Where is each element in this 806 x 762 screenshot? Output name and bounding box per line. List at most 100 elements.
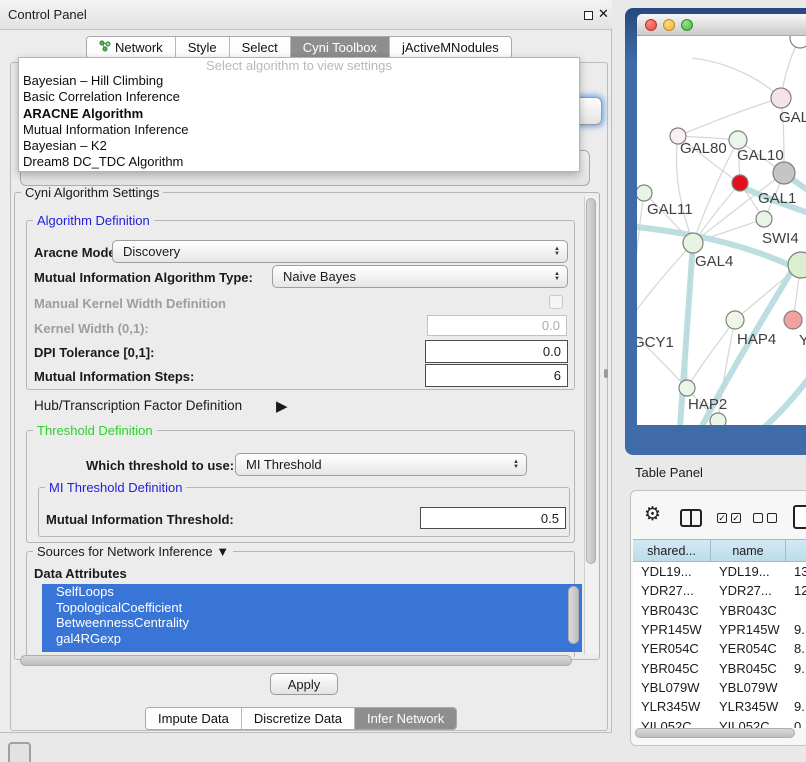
table-column-header[interactable]: name (711, 539, 786, 562)
kernel-width-label: Kernel Width (0,1): (34, 321, 149, 336)
kernel-width-field[interactable]: 0.0 (427, 315, 567, 336)
data-attribute-item[interactable]: SelfLoops (42, 584, 582, 600)
table-cell: YPR145W (633, 622, 711, 637)
zoom-traffic-light-icon[interactable] (681, 19, 693, 31)
node-hap4[interactable] (726, 311, 744, 329)
settings-hscrollbar-thumb[interactable] (20, 655, 572, 666)
data-attribute-item[interactable]: TopologicalCoefficient (42, 600, 582, 616)
algorithm-hint: Select algorithm to view settings (19, 58, 579, 73)
node-label-gal1: GAL1 (758, 190, 796, 207)
collapsed-panel-icon[interactable] (8, 742, 31, 762)
close-icon[interactable]: ✕ (598, 6, 609, 22)
tab-network-label: Network (115, 40, 163, 55)
gear-icon[interactable]: ⚙ (644, 503, 661, 525)
algorithm-option[interactable]: Mutual Information Inference (19, 122, 579, 138)
table-column-header[interactable] (786, 539, 806, 562)
dpi-tolerance-value: 0.0 (543, 344, 561, 359)
apply-button[interactable]: Apply (270, 673, 338, 695)
mi-steps-field[interactable]: 6 (425, 364, 568, 387)
which-threshold-combo[interactable]: MI Threshold ▲▼ (235, 453, 527, 476)
select-all-checkbox-icon[interactable]: ✓ (731, 513, 741, 523)
tab-impute-data[interactable]: Impute Data (146, 708, 242, 729)
table-hscrollbar-thumb[interactable] (635, 728, 795, 738)
table-row[interactable]: YLR345WYLR345W9. (633, 697, 806, 716)
table-row[interactable]: YDL19...YDL19...13 (633, 562, 806, 581)
which-threshold-value: MI Threshold (246, 457, 322, 472)
settings-group-title: Cyni Algorithm Settings (21, 185, 163, 200)
table-row[interactable]: YBR043CYBR043C (633, 601, 806, 620)
mi-steps-label: Mutual Information Steps: (34, 369, 194, 384)
control-panel-tabs: Network Style Select Cyni Toolbox jActiv… (86, 36, 512, 59)
dpi-tolerance-field[interactable]: 0.0 (425, 340, 568, 363)
deselect-all-checkbox-icon[interactable] (753, 513, 763, 523)
algorithm-option[interactable]: Basic Correlation Inference (19, 89, 579, 105)
table-cell: YPR145W (711, 622, 786, 637)
algorithm-option[interactable]: Bayesian – Hill Climbing (19, 73, 579, 89)
threshold-definition-title: Threshold Definition (33, 423, 157, 438)
combo-arrows-icon: ▲▼ (554, 247, 560, 257)
data-attributes-list[interactable]: SelfLoopsTopologicalCoefficientBetweenne… (42, 584, 582, 652)
node-gal?[interactable] (771, 88, 791, 108)
table-row[interactable]: YIL052CYIL052C0. (633, 716, 806, 728)
network-canvas[interactable]: GALGAL80GAL10GAL1GAL11GAL4SWI4GCY1HAP4YH… (637, 36, 806, 425)
node-gal11[interactable] (637, 185, 652, 201)
hub-section-label[interactable]: Hub/Transcription Factor Definition (34, 398, 242, 413)
node-gal4[interactable] (683, 233, 703, 253)
mi-steps-value: 6 (554, 368, 561, 383)
tab-cyni-toolbox[interactable]: Cyni Toolbox (291, 37, 390, 58)
mi-type-combo[interactable]: Naive Bayes ▲▼ (272, 265, 568, 288)
table-hscrollbar[interactable] (635, 728, 797, 739)
node-gal1g[interactable] (756, 211, 772, 227)
data-attribute-item[interactable]: gal4RGexp (42, 631, 582, 647)
table-cell: YBR043C (633, 603, 711, 618)
tab-infer-network[interactable]: Infer Network (355, 708, 456, 729)
algorithm-option[interactable]: Dream8 DC_TDC Algorithm (19, 154, 579, 170)
minimize-traffic-light-icon[interactable] (663, 19, 675, 31)
dpi-tolerance-label: DPI Tolerance [0,1]: (34, 345, 154, 360)
network-edge[interactable] (637, 243, 693, 325)
network-edge-thick[interactable] (759, 378, 806, 425)
data-attribute-item[interactable]: BetweennessCentrality (42, 615, 582, 631)
tab-discretize-data[interactable]: Discretize Data (242, 708, 355, 729)
aracne-mode-value: Discovery (123, 244, 180, 259)
column-browser-icon[interactable] (680, 509, 702, 527)
node-gray[interactable] (773, 162, 795, 184)
algorithm-option[interactable]: Bayesian – K2 (19, 138, 579, 154)
float-window-icon[interactable] (584, 11, 593, 20)
sources-title-text: Sources for Network Inference (37, 544, 213, 559)
table-cell: YIL052C (633, 719, 711, 728)
deselect-all-checkbox-icon[interactable] (767, 513, 777, 523)
table-column-header[interactable]: shared... (633, 539, 711, 562)
sources-title[interactable]: Sources for Network Inference ▼ (33, 544, 233, 559)
node-hap2[interactable] (679, 380, 695, 396)
select-all-checkbox-icon[interactable]: ✓ (717, 513, 727, 523)
network-edge[interactable] (637, 193, 644, 286)
hub-expand-icon[interactable]: ▶ (276, 397, 288, 415)
close-traffic-light-icon[interactable] (645, 19, 657, 31)
tab-select[interactable]: Select (230, 37, 291, 58)
node-top[interactable] (790, 36, 806, 48)
aracne-mode-combo[interactable]: Discovery ▲▼ (112, 240, 568, 263)
export-table-icon[interactable] (793, 505, 806, 529)
attr-list-scrollbar-thumb[interactable] (568, 586, 579, 644)
network-edge[interactable] (692, 58, 781, 98)
table-row[interactable]: YER054CYER054C8. (633, 639, 806, 658)
settings-vscrollbar-thumb[interactable] (586, 198, 596, 564)
table-row[interactable]: YPR145WYPR145W9. (633, 620, 806, 639)
algorithm-option[interactable]: ARACNE Algorithm (19, 106, 579, 122)
tab-style[interactable]: Style (176, 37, 230, 58)
manual-kernel-checkbox[interactable] (549, 295, 563, 309)
mi-threshold-field[interactable]: 0.5 (420, 507, 566, 529)
table-row[interactable]: YBR045CYBR045C9. (633, 658, 806, 677)
node-bottom[interactable] (710, 413, 726, 425)
tab-network[interactable]: Network (87, 37, 176, 58)
table-row[interactable]: YBL079WYBL079W (633, 678, 806, 697)
network-edge[interactable] (678, 98, 781, 136)
node-label-hap4: HAP4 (737, 331, 776, 348)
node-salmon[interactable] (784, 311, 802, 329)
tab-jactivemnodules[interactable]: jActiveMNodules (390, 37, 511, 58)
table-row[interactable]: YDR27...YDR27...12 (633, 581, 806, 600)
panel-splitter-handle[interactable] (604, 369, 608, 378)
node-gal1[interactable] (732, 175, 748, 191)
node-label-gal10: GAL10 (737, 147, 784, 164)
